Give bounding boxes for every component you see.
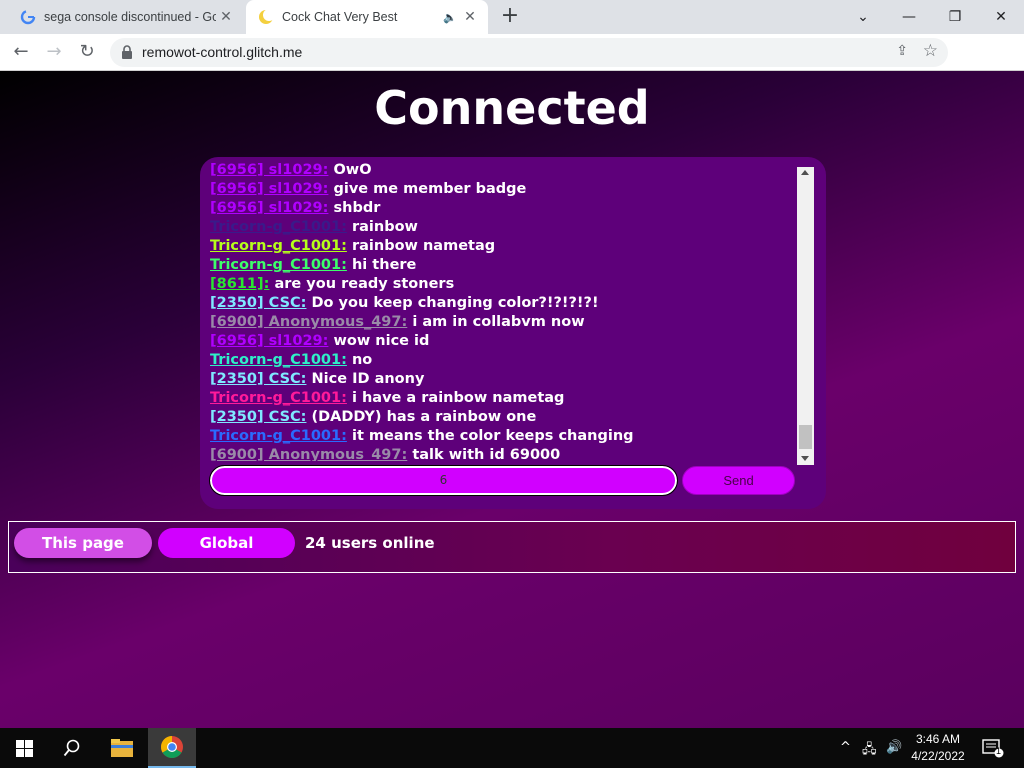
- message-list[interactable]: [6956] sl1029: OwO [6956] sl1029: give me…: [210, 161, 796, 461]
- scroll-up-arrow-icon[interactable]: [801, 170, 809, 175]
- online-count: 24 users online: [305, 534, 435, 552]
- room-bar: This page Global 24 users online: [8, 521, 1016, 573]
- network-icon[interactable]: 🖧: [862, 740, 877, 762]
- message-text: i have a rainbow nametag: [351, 390, 565, 406]
- message-username[interactable]: [2350] CSC:: [210, 371, 306, 387]
- lock-icon: [120, 44, 136, 60]
- crescent-moon-icon: [258, 9, 274, 25]
- message-text: are you ready stoners: [274, 276, 455, 292]
- message-username[interactable]: Tricorn-g_C1001:: [210, 390, 347, 406]
- new-tab-button[interactable]: +: [498, 5, 522, 29]
- clock-date: 4/22/2022: [911, 749, 965, 763]
- message-text: it means the color keeps changing: [351, 428, 634, 444]
- message-text: Nice ID anony: [311, 371, 425, 387]
- message-text: give me member badge: [333, 181, 527, 197]
- windows-taskbar: ^ 🖧 🔊 3:46 AM 4/22/2022 1: [0, 728, 1024, 768]
- chat-message: [6956] sl1029: wow nice id: [210, 332, 796, 351]
- send-button[interactable]: Send: [682, 466, 795, 495]
- message-username[interactable]: [2350] CSC:: [210, 295, 306, 311]
- chat-message: Tricorn-g_C1001: no: [210, 351, 796, 370]
- message-username[interactable]: Tricorn-g_C1001:: [210, 238, 347, 254]
- scroll-down-arrow-icon[interactable]: [801, 456, 809, 461]
- global-button[interactable]: Global: [158, 528, 295, 558]
- this-page-button[interactable]: This page: [14, 528, 152, 558]
- message-username[interactable]: Tricorn-g_C1001:: [210, 352, 347, 368]
- tray-chevron-icon[interactable]: ^: [840, 740, 851, 755]
- message-username[interactable]: [8611]:: [210, 276, 269, 292]
- file-explorer-icon[interactable]: [98, 728, 146, 768]
- message-text: rainbow nametag: [351, 238, 496, 254]
- message-username[interactable]: [2350] CSC:: [210, 409, 306, 425]
- message-input[interactable]: 6: [209, 465, 678, 496]
- message-text: wow nice id: [333, 333, 430, 349]
- chat-message: Tricorn-g_C1001: i have a rainbow nameta…: [210, 389, 796, 408]
- notification-center-icon[interactable]: 1: [982, 738, 1004, 758]
- message-username[interactable]: [6900] Anonymous_497:: [210, 314, 407, 330]
- tab-cock-chat[interactable]: Cock Chat Very Best 🔈 ✕: [246, 0, 488, 34]
- message-username[interactable]: Tricorn-g_C1001:: [210, 428, 347, 444]
- chat-box: [6956] sl1029: OwO [6956] sl1029: give me…: [200, 157, 826, 509]
- chat-message: Tricorn-g_C1001: rainbow: [210, 218, 796, 237]
- chat-message: Tricorn-g_C1001: it means the color keep…: [210, 427, 796, 446]
- message-text: OwO: [333, 162, 372, 178]
- message-username[interactable]: Tricorn-g_C1001:: [210, 219, 347, 235]
- browser-toolbar: ← → ↻ remowot-control.glitch.me ⇪ ☆ ⋮: [0, 34, 1024, 98]
- clock-time: 3:46 AM: [915, 732, 961, 746]
- message-username[interactable]: [6900] Anonymous_497:: [210, 447, 407, 461]
- address-bar[interactable]: remowot-control.glitch.me ⇪ ☆: [110, 38, 948, 67]
- message-text: Do you keep changing color?!?!?!?!: [311, 295, 599, 311]
- tab-search-chevron-icon[interactable]: ⌄: [840, 0, 886, 34]
- chat-message: Tricorn-g_C1001: hi there: [210, 256, 796, 275]
- message-username[interactable]: [6956] sl1029:: [210, 200, 328, 216]
- message-text: i am in collabvm now: [412, 314, 585, 330]
- chrome-taskbar-icon[interactable]: [148, 728, 196, 768]
- message-text: talk with id 69000: [412, 447, 561, 461]
- google-g-icon: [20, 9, 36, 25]
- share-icon[interactable]: ⇪: [896, 43, 908, 59]
- message-username[interactable]: Tricorn-g_C1001:: [210, 257, 347, 273]
- tab-strip: sega console discontinued - Goo ✕ Cock C…: [0, 0, 1024, 34]
- chat-message: [6900] Anonymous_497: talk with id 69000: [210, 446, 796, 461]
- chat-scrollbar[interactable]: [797, 167, 814, 465]
- chat-message: [6900] Anonymous_497: i am in collabvm n…: [210, 313, 796, 332]
- back-arrow-icon[interactable]: ←: [9, 40, 33, 64]
- chat-message: [2350] CSC: (DADDY) has a rainbow one: [210, 408, 796, 427]
- message-username[interactable]: [6956] sl1029:: [210, 162, 328, 178]
- chat-message: [6956] sl1029: give me member badge: [210, 180, 796, 199]
- tab-title: sega console discontinued - Goo: [44, 10, 216, 24]
- chat-message: [8611]: are you ready stoners: [210, 275, 796, 294]
- message-text: no: [351, 352, 373, 368]
- message-text: hi there: [351, 257, 417, 273]
- close-tab-icon[interactable]: ✕: [460, 9, 480, 25]
- volume-icon[interactable]: 🔊: [886, 740, 902, 755]
- page-heading: Connected: [374, 81, 650, 135]
- search-icon[interactable]: [48, 728, 96, 768]
- message-text: rainbow: [351, 219, 418, 235]
- message-text: (DADDY) has a rainbow one: [311, 409, 537, 425]
- close-window-button[interactable]: ✕: [978, 0, 1024, 34]
- minimize-button[interactable]: —: [886, 0, 932, 34]
- chat-message: [6956] sl1029: shbdr: [210, 199, 796, 218]
- forward-arrow-icon[interactable]: →: [42, 40, 66, 64]
- scroll-thumb[interactable]: [799, 425, 812, 449]
- page-content: Connected [6956] sl1029: OwO [6956] sl102…: [0, 71, 1024, 728]
- message-text: shbdr: [333, 200, 381, 216]
- maximize-button[interactable]: ❐: [932, 0, 978, 34]
- chat-message: [2350] CSC: Nice ID anony: [210, 370, 796, 389]
- message-username[interactable]: [6956] sl1029:: [210, 181, 328, 197]
- notification-count: 1: [996, 746, 1002, 756]
- system-clock[interactable]: 3:46 AM 4/22/2022: [904, 731, 972, 765]
- reload-icon[interactable]: ↻: [75, 40, 99, 64]
- tab-title: Cock Chat Very Best: [282, 10, 398, 24]
- tab-google-search[interactable]: sega console discontinued - Goo ✕: [8, 0, 244, 34]
- url-text: remowot-control.glitch.me: [142, 44, 303, 60]
- message-username[interactable]: [6956] sl1029:: [210, 333, 328, 349]
- close-tab-icon[interactable]: ✕: [216, 9, 236, 25]
- chat-message: [6956] sl1029: OwO: [210, 161, 796, 180]
- chat-message: Tricorn-g_C1001: rainbow nametag: [210, 237, 796, 256]
- chat-message: [2350] CSC: Do you keep changing color?!…: [210, 294, 796, 313]
- windows-start-icon[interactable]: [0, 728, 48, 768]
- bookmark-star-icon[interactable]: ☆: [923, 41, 938, 61]
- speaker-icon[interactable]: 🔈: [442, 11, 458, 24]
